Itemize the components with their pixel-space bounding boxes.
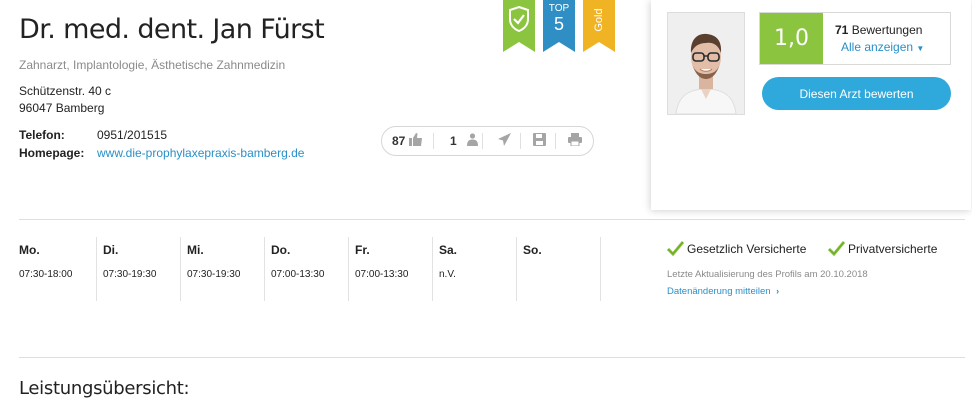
- person-icon: [466, 133, 478, 149]
- day-thursday: Do. 07:00-13:30: [271, 237, 349, 303]
- top5-badge[interactable]: TOP 5: [543, 0, 575, 52]
- address-city: 96047 Bamberg: [19, 101, 105, 115]
- public-insurance: Gesetzlich Versicherte: [666, 241, 807, 257]
- phone-number[interactable]: 0951/201515: [97, 128, 167, 142]
- top-label: TOP: [548, 3, 570, 14]
- private-insurance: Privatversicherte: [827, 241, 938, 257]
- day-separator: [96, 237, 97, 301]
- top-number: 5: [553, 14, 564, 34]
- day-time: 07:30-18:00: [19, 269, 73, 280]
- day-separator: [264, 237, 265, 301]
- show-all-label: Alle anzeigen: [841, 40, 914, 54]
- day-separator: [180, 237, 181, 301]
- day-separator: [432, 237, 433, 301]
- day-name: Mo.: [19, 243, 40, 257]
- check-icon: [827, 241, 846, 257]
- day-name: So.: [523, 243, 542, 257]
- profile-updated-text: Letzte Aktualisierung des Profils am 20.…: [667, 269, 868, 280]
- like-button[interactable]: 87: [392, 127, 423, 155]
- phone-label: Telefon:: [19, 128, 65, 142]
- day-wednesday: Mi. 07:30-19:30: [187, 237, 265, 303]
- day-name: Fr.: [355, 243, 370, 257]
- action-bar: 87 1: [381, 126, 594, 156]
- gold-label: Gold: [593, 8, 605, 32]
- address-street: Schützenstr. 40 c: [19, 84, 112, 98]
- doctor-specialties: Zahnarzt, Implantologie, Ästhetische Zah…: [19, 58, 286, 72]
- rating-count: 71: [835, 23, 849, 37]
- day-name: Di.: [103, 243, 119, 257]
- save-icon: [533, 133, 546, 149]
- save-button[interactable]: [533, 127, 546, 155]
- private-insurance-label: Privatversicherte: [848, 241, 938, 256]
- printer-icon: [568, 133, 582, 149]
- day-separator: [516, 237, 517, 301]
- rocket-icon: [498, 133, 511, 149]
- gold-badge[interactable]: Gold: [583, 0, 615, 52]
- like-count: 87: [392, 134, 406, 148]
- report-change-link[interactable]: Datenänderung mitteilen ›: [667, 286, 779, 297]
- doctor-photo: [667, 12, 745, 115]
- day-time: n.V.: [439, 269, 456, 280]
- follower-count: 1: [450, 134, 457, 148]
- day-tuesday: Di. 07:30-19:30: [103, 237, 181, 303]
- rating-box: 1,0 71 Bewertungen Alle anzeigen ▼: [759, 12, 951, 65]
- homepage-label: Homepage:: [19, 146, 85, 160]
- day-name: Mi.: [187, 243, 204, 257]
- services-heading: Leistungsübersicht:: [19, 378, 190, 399]
- day-separator: [600, 237, 601, 301]
- chevron-right-icon: ›: [776, 286, 780, 296]
- divider-bottom: [19, 357, 965, 358]
- verified-badge[interactable]: [503, 0, 535, 52]
- follow-button[interactable]: 1: [450, 127, 478, 155]
- rating-grade: 1,0: [760, 13, 823, 64]
- day-time: 07:30-19:30: [103, 269, 157, 280]
- day-time: 07:00-13:30: [355, 269, 409, 280]
- rate-doctor-button[interactable]: Diesen Arzt bewerten: [762, 77, 951, 110]
- check-icon: [666, 241, 685, 257]
- print-button[interactable]: [568, 127, 582, 155]
- chevron-down-icon: ▼: [916, 44, 925, 53]
- share-button[interactable]: [498, 127, 511, 155]
- day-saturday: Sa. n.V.: [439, 237, 517, 303]
- day-sunday: So.: [523, 237, 601, 303]
- day-name: Sa.: [439, 243, 458, 257]
- day-time: 07:00-13:30: [271, 269, 325, 280]
- day-friday: Fr. 07:00-13:30: [355, 237, 433, 303]
- day-separator: [348, 237, 349, 301]
- doctor-name: Dr. med. dent. Jan Fürst: [19, 14, 325, 45]
- thumbs-up-icon: [409, 133, 423, 149]
- public-insurance-label: Gesetzlich Versicherte: [687, 241, 807, 256]
- day-name: Do.: [271, 243, 291, 257]
- show-all-ratings-link[interactable]: Alle anzeigen ▼: [841, 40, 924, 54]
- rating-count-suffix: Bewertungen: [851, 23, 923, 37]
- divider-top: [19, 219, 965, 220]
- day-monday: Mo. 07:30-18:00: [19, 237, 97, 303]
- homepage-link[interactable]: www.die-prophylaxepraxis-bamberg.de: [97, 146, 304, 160]
- report-change-label: Datenänderung mitteilen: [667, 286, 771, 297]
- day-time: 07:30-19:30: [187, 269, 241, 280]
